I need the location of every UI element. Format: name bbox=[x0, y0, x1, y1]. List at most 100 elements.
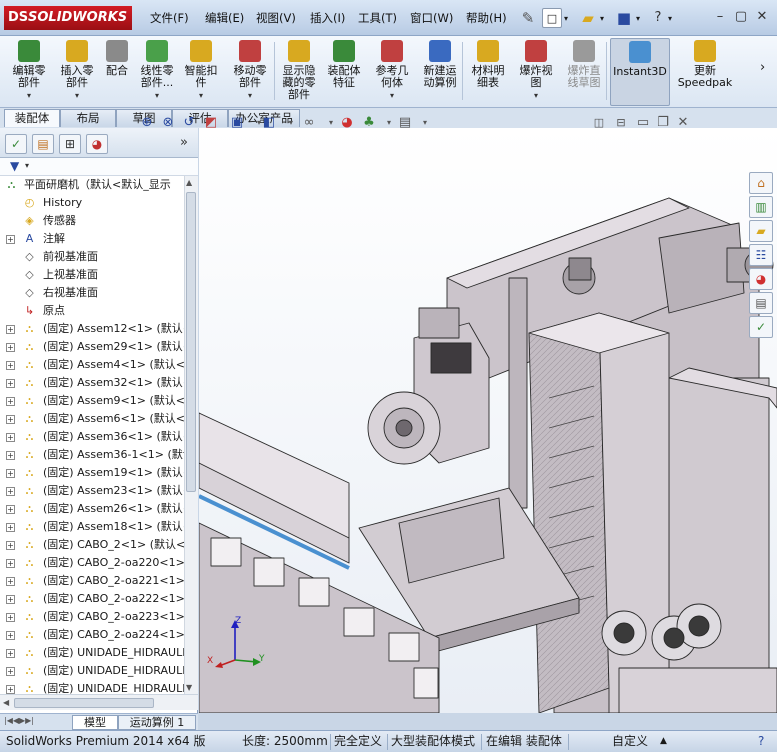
menu-item[interactable]: 插入(I) bbox=[310, 10, 345, 26]
status-units[interactable]: 自定义 bbox=[612, 731, 648, 751]
expand-toggle[interactable]: + bbox=[6, 667, 15, 676]
scroll-up-arrow[interactable]: ▲ bbox=[186, 178, 192, 187]
viewport-close-icon[interactable]: ✕ bbox=[674, 114, 692, 132]
custom-properties-icon[interactable]: ▤ bbox=[749, 292, 773, 314]
expand-toggle[interactable]: + bbox=[6, 487, 15, 496]
filter-dropdown-arrow[interactable]: ▾ bbox=[25, 161, 29, 170]
expand-toggle[interactable]: + bbox=[6, 649, 15, 658]
expand-toggle[interactable]: + bbox=[6, 631, 15, 640]
ribbon-button[interactable]: 参考几 何体 ▾ bbox=[370, 38, 414, 106]
expand-toggle[interactable]: + bbox=[6, 685, 15, 694]
expand-toggle[interactable]: + bbox=[6, 577, 15, 586]
ribbon-button[interactable]: 装配体 特征 bbox=[322, 38, 366, 106]
appearances-scenes-icon[interactable]: ◕ bbox=[749, 268, 773, 290]
tree-item[interactable]: + ⛬ (固定) Assem29<1> (默认< bbox=[0, 338, 184, 356]
section-view-icon[interactable]: ◩ bbox=[202, 114, 220, 132]
tab-motion-study[interactable]: 运动算例 1 bbox=[118, 715, 196, 730]
scroll-left-arrow[interactable]: ◀ bbox=[3, 698, 9, 707]
ribbon-dropdown-arrow[interactable]: ▾ bbox=[4, 90, 54, 102]
expand-toggle[interactable]: + bbox=[6, 595, 15, 604]
expand-toggle[interactable]: + bbox=[6, 433, 15, 442]
ribbon-tab[interactable]: 布局 bbox=[60, 109, 116, 127]
expand-toggle[interactable]: + bbox=[6, 613, 15, 622]
tree-item[interactable]: + ⛬ (固定) CABO_2<1> (默认<- bbox=[0, 536, 184, 554]
close-button[interactable]: ✕ bbox=[752, 8, 772, 26]
expand-toggle[interactable]: + bbox=[6, 361, 15, 370]
expand-toggle[interactable]: + bbox=[6, 325, 15, 334]
tree-item[interactable]: + ⛬ (固定) Assem9<1> (默认<默 bbox=[0, 392, 184, 410]
tree-item[interactable]: + ⛬ (固定) Assem36-1<1> (默认 bbox=[0, 446, 184, 464]
save-icon[interactable]: ■ bbox=[614, 8, 634, 28]
tree-item[interactable]: ↳ 原点 bbox=[0, 302, 184, 320]
ribbon-dropdown-arrow[interactable]: ▾ bbox=[226, 90, 274, 102]
minimize-button[interactable]: – bbox=[710, 8, 730, 26]
tile-window-icon[interactable]: ◫ bbox=[590, 114, 608, 132]
menu-item[interactable]: 编辑(E) bbox=[205, 10, 244, 26]
zoom-to-fit-icon[interactable]: ⊕ bbox=[138, 114, 156, 132]
menu-item[interactable]: 帮助(H) bbox=[466, 10, 507, 26]
view-orientation-icon[interactable]: ▣ bbox=[228, 114, 246, 132]
tree-root[interactable]: ⛬ 平面研磨机（默认<默认_显示 bbox=[0, 176, 184, 194]
ribbon-button[interactable]: Instant3D bbox=[610, 38, 670, 106]
tree-horizontal-scrollbar[interactable]: ◀ bbox=[0, 694, 198, 710]
ribbon-button[interactable]: 编辑零 部件 ▾ bbox=[4, 38, 54, 106]
tree-scrollbar-thumb[interactable] bbox=[186, 192, 196, 492]
solidworks-resources-icon[interactable]: ⌂ bbox=[749, 172, 773, 194]
menu-item[interactable]: 工具(T) bbox=[358, 10, 397, 26]
ribbon-button[interactable]: 插入零 部件 ▾ bbox=[56, 38, 98, 106]
ribbon-dropdown-arrow[interactable]: ▾ bbox=[180, 90, 222, 102]
help-dropdown-arrow[interactable]: ▾ bbox=[668, 14, 672, 23]
tree-item[interactable]: + A 注解 bbox=[0, 230, 184, 248]
menu-item[interactable]: 窗口(W) bbox=[410, 10, 453, 26]
display-style-icon[interactable]: ◧ bbox=[260, 114, 278, 132]
help-status-icon[interactable]: ? bbox=[758, 731, 764, 751]
tree-item[interactable]: + ⛬ (固定) CABO_2-oa221<1> ( bbox=[0, 572, 184, 590]
tree-item[interactable]: + ⛬ (固定) Assem23<1> (默认< bbox=[0, 482, 184, 500]
ribbon-dropdown-arrow[interactable]: ▾ bbox=[136, 90, 178, 102]
tree-item[interactable]: + ⛬ (固定) UNIDADE_HIDRAULIC bbox=[0, 662, 184, 680]
tree-item[interactable]: + ⛬ (固定) CABO_2-oa220<1> ( bbox=[0, 554, 184, 572]
ribbon-dropdown-arrow[interactable]: ▾ bbox=[370, 90, 414, 102]
ribbon-button[interactable]: 配合 bbox=[100, 38, 134, 106]
apply-scene-icon[interactable]: ♣ bbox=[360, 114, 378, 132]
tree-item[interactable]: ◈ 传感器 bbox=[0, 212, 184, 230]
expand-toggle[interactable]: + bbox=[6, 415, 15, 424]
solidworks-forum-icon[interactable]: ✓ bbox=[749, 316, 773, 338]
expand-toggle[interactable]: + bbox=[6, 523, 15, 532]
ribbon-button[interactable]: 显示隐 藏的零 部件 bbox=[278, 38, 320, 106]
tree-item[interactable]: + ⛬ (固定) Assem12<1> (默认< bbox=[0, 320, 184, 338]
expand-toggle[interactable]: + bbox=[6, 541, 15, 550]
ribbon-button[interactable]: 材料明 细表 bbox=[466, 38, 510, 106]
tree-item[interactable]: + ⛬ (固定) CABO_2-oa224<1> ( bbox=[0, 626, 184, 644]
expand-toggle[interactable]: + bbox=[6, 397, 15, 406]
units-dropdown-arrow[interactable]: ▲ bbox=[660, 731, 667, 751]
ribbon-button[interactable]: 爆炸直 线草图 bbox=[560, 38, 608, 106]
ribbon-tab[interactable]: 装配体 bbox=[4, 109, 60, 127]
view-palette-icon[interactable]: ☷ bbox=[749, 244, 773, 266]
tree-item[interactable]: + ⛬ (固定) UNIDADE_HIDRAULIC bbox=[0, 680, 184, 694]
save-dropdown-arrow[interactable]: ▾ bbox=[636, 14, 640, 23]
tree-item[interactable]: + ⛬ (固定) CABO_2-oa222<1> ( bbox=[0, 590, 184, 608]
tree-item[interactable]: ◴ History bbox=[0, 194, 184, 212]
hide-show-items-icon[interactable]: ∞ bbox=[300, 114, 318, 132]
new-document-icon[interactable]: □ bbox=[542, 8, 562, 28]
expand-toggle[interactable]: + bbox=[6, 343, 15, 352]
help-icon[interactable]: ? bbox=[648, 8, 668, 28]
new-dropdown-arrow[interactable]: ▾ bbox=[564, 14, 568, 23]
scroll-down-arrow[interactable]: ▼ bbox=[186, 683, 192, 692]
tree-item[interactable]: + ⛬ (固定) Assem4<1> (默认<默 bbox=[0, 356, 184, 374]
open-dropdown-arrow[interactable]: ▾ bbox=[600, 14, 604, 23]
menu-item[interactable]: 文件(F) bbox=[150, 10, 189, 26]
previous-view-icon[interactable]: ↺ bbox=[180, 114, 198, 132]
open-folder-icon[interactable]: ▰ bbox=[578, 8, 598, 28]
pin-icon[interactable]: ✎ bbox=[518, 8, 538, 28]
expand-toggle[interactable]: + bbox=[6, 451, 15, 460]
viewport-split-icon[interactable]: ⊟ bbox=[612, 114, 630, 132]
expand-panel-icon[interactable]: » bbox=[180, 135, 188, 150]
expand-toggle[interactable]: + bbox=[6, 379, 15, 388]
tree-item[interactable]: + ⛬ (固定) CABO_2-oa223<1> ( bbox=[0, 608, 184, 626]
property-manager-tab-icon[interactable]: ▤ bbox=[32, 134, 54, 154]
tree-item[interactable]: + ⛬ (固定) Assem32<1> (默认< bbox=[0, 374, 184, 392]
filter-icon[interactable]: ▼ bbox=[10, 159, 19, 173]
tree-item[interactable]: ◇ 前视基准面 bbox=[0, 248, 184, 266]
